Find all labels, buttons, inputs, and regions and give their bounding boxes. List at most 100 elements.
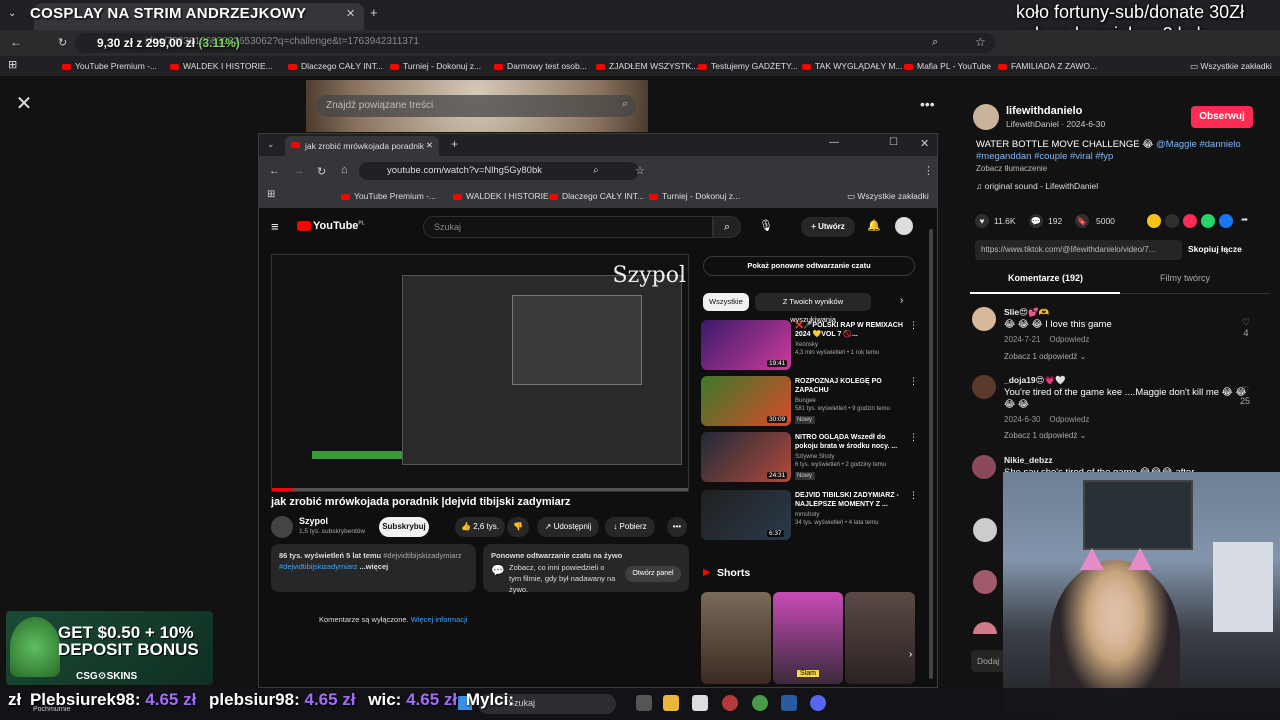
more-info-link[interactable]: Więcej informacji (411, 615, 468, 624)
like-button[interactable]: 👍 2,6 tys. (455, 517, 505, 537)
chip-all[interactable]: Wszystkie (703, 293, 749, 311)
download-button[interactable]: ↓ Pobierz (605, 517, 655, 537)
chip-from-search[interactable]: Z Twoich wyników wyszukiwania (755, 293, 871, 324)
reply-button[interactable]: Odpowiedz (1049, 335, 1089, 344)
zoom-icon[interactable]: ⌕ (593, 165, 599, 176)
new-tab-icon[interactable]: + (451, 137, 458, 151)
menu-icon[interactable]: ⋮ (909, 432, 918, 443)
notifications-icon[interactable]: 🔔 (867, 219, 881, 232)
whatsapp-icon[interactable] (1201, 214, 1215, 228)
description-box[interactable]: 86 tys. wyświetleń 5 lat temu #dejvidtib… (271, 544, 476, 592)
comment-like[interactable]: ♡ 4 (1242, 317, 1250, 338)
bookmark-item[interactable]: YouTube Premium -... (341, 191, 436, 201)
all-bookmarks[interactable]: ▭ Wszystkie zakładki (847, 191, 929, 202)
commenter-avatar[interactable] (972, 307, 996, 331)
all-bookmarks[interactable]: ▭ Wszystkie zakładki (1190, 61, 1272, 72)
avatar[interactable] (895, 217, 913, 235)
close-tab-icon[interactable]: ✕ (346, 7, 355, 20)
creator-avatar[interactable] (973, 104, 999, 130)
bookmark-item[interactable]: WALDEK I HISTORIE... (453, 191, 556, 201)
chrome-icon[interactable] (752, 695, 768, 711)
zoom-icon[interactable]: ⌕ (932, 36, 938, 49)
bookmark-star-icon[interactable]: ☆ (635, 164, 645, 177)
open-panel-button[interactable]: Otwórz panel (625, 566, 681, 582)
short-item[interactable]: Ślam (773, 592, 843, 684)
youtube-logo[interactable]: YouTubePL (297, 220, 365, 232)
show-chat-replay-button[interactable]: Pokaż ponowne odtwarzanie czatu (703, 256, 915, 276)
bookmark-item[interactable]: Testujemy GADŻETY... (698, 61, 798, 71)
tab-list-icon[interactable]: ⌄ (267, 139, 275, 150)
file-explorer-icon[interactable] (663, 695, 679, 711)
inner-tab[interactable]: jak zrobić mrówkojada poradnik ✕ (285, 136, 439, 156)
commenter-avatar[interactable] (972, 455, 996, 479)
share-arrow-icon[interactable]: ➦ (1241, 214, 1248, 225)
commenter-avatar[interactable] (972, 375, 996, 399)
recommendation-item[interactable]: 24:31 NITRO OGLĄDA Wszedł do pokoju brat… (701, 432, 921, 486)
short-item[interactable] (845, 592, 915, 684)
commenter-name[interactable]: _doja19😍💗🤍 (1004, 375, 1066, 386)
copy-link-button[interactable]: Skopiuj łącze (1188, 244, 1242, 254)
more-link[interactable]: ...więcej (359, 562, 388, 571)
comment-icon[interactable]: 💬 (1029, 214, 1043, 228)
bookmark-item[interactable]: Mafia PL - YouTube (904, 61, 991, 71)
reload-icon[interactable]: ↻ (58, 36, 67, 49)
bookmark-item[interactable]: ZJADŁEM WSZYSTK... (596, 61, 698, 71)
menu-icon[interactable]: ⋮ (923, 164, 934, 177)
bookmark-item[interactable]: WALDEK I HISTORIE... (170, 61, 273, 71)
search-icon[interactable]: ⌕ (713, 216, 741, 238)
maximize-icon[interactable]: ☐ (889, 137, 898, 148)
video-link-field[interactable]: https://www.tiktok.com/@lifewithdanielo/… (975, 240, 1182, 260)
channel-name[interactable]: Szypol (299, 516, 328, 526)
bookmark-item[interactable]: FAMILIADA Z ZAWO... (998, 61, 1097, 71)
back-icon[interactable]: ← (10, 35, 22, 49)
tab-comments[interactable]: Komentarze (192) (1008, 273, 1083, 283)
facebook-icon[interactable] (1219, 214, 1233, 228)
new-tab-icon[interactable]: + (370, 5, 378, 20)
code-icon[interactable] (1165, 214, 1179, 228)
more-options-icon[interactable]: ••• (920, 96, 935, 112)
description-tag[interactable]: #dejvidtibijskizadymiarz (279, 562, 357, 571)
close-icon[interactable]: ✕ (14, 94, 34, 114)
close-window-icon[interactable]: ✕ (920, 137, 929, 150)
apps-icon[interactable]: ⊞ (267, 189, 275, 200)
see-translation-link[interactable]: Zobacz tłumaczenie (976, 164, 1047, 173)
more-actions-icon[interactable]: ••• (667, 517, 687, 537)
dislike-icon[interactable]: 👎 (507, 517, 529, 537)
chevron-right-icon[interactable]: › (900, 295, 903, 306)
commenter-name[interactable]: Nikie_debzz (1004, 455, 1053, 465)
bookmark-item[interactable]: Dlaczego CAŁY INT... (288, 61, 383, 71)
embed-icon[interactable] (1147, 214, 1161, 228)
subscribe-button[interactable]: Subskrybuj (379, 517, 429, 537)
comment-like[interactable]: ♡ 25 (1240, 385, 1250, 406)
chevron-right-icon[interactable]: › (909, 649, 912, 660)
description-tag[interactable]: #dejvidtibijskizadymiarz (383, 551, 461, 560)
related-search-input[interactable]: Znajdź powiązane treści ⌕ (316, 95, 636, 117)
view-replies-link[interactable]: Zobacz 1 odpowiedź ⌄ (1004, 431, 1086, 440)
reply-button[interactable]: Odpowiedz (1049, 415, 1089, 424)
heart-icon[interactable]: ♥ (975, 214, 989, 228)
bookmark-item[interactable]: Turniej - Dokonuj z... (649, 191, 740, 201)
recommendation-item[interactable]: 19:41 ❌🎤POLSKI RAP W REMIXACH 2024 💛VOL … (701, 320, 921, 374)
minimize-icon[interactable]: — (829, 137, 839, 148)
bookmark-item[interactable]: Dlaczego CAŁY INT... (549, 191, 644, 201)
home-icon[interactable]: ⌂ (341, 164, 348, 176)
app-icon[interactable] (722, 695, 738, 711)
bookmark-star-icon[interactable]: ☆ (975, 35, 986, 49)
commenter-avatar[interactable] (973, 570, 997, 594)
bookmark-icon[interactable]: 🔖 (1075, 214, 1089, 228)
microphone-icon[interactable]: 🎙 (759, 219, 773, 232)
bookmark-item[interactable]: TAK WYGLĄDAŁY M... (802, 61, 903, 71)
bookmark-item[interactable]: Darmowy test osob... (494, 61, 587, 71)
channel-avatar[interactable] (271, 516, 293, 538)
share-button[interactable]: ↗ Udostępnij (537, 517, 599, 537)
scrollbar[interactable] (929, 229, 933, 679)
menu-icon[interactable]: ⋮ (909, 320, 918, 331)
follow-button[interactable]: Obserwuj (1191, 106, 1253, 128)
close-tab-icon[interactable]: ✕ (426, 140, 433, 151)
reload-icon[interactable]: ↻ (317, 165, 326, 178)
hamburger-menu-icon[interactable]: ≡ (271, 219, 279, 234)
recommendation-item[interactable]: 6:37 DEJVID TIBILSKI ZADYMIARZ - NAJLEPS… (701, 490, 921, 544)
store-icon[interactable] (692, 695, 708, 711)
bookmark-item[interactable]: Turniej - Dokonuj z... (390, 61, 481, 71)
view-replies-link[interactable]: Zobacz 1 odpowiedź ⌄ (1004, 352, 1086, 361)
